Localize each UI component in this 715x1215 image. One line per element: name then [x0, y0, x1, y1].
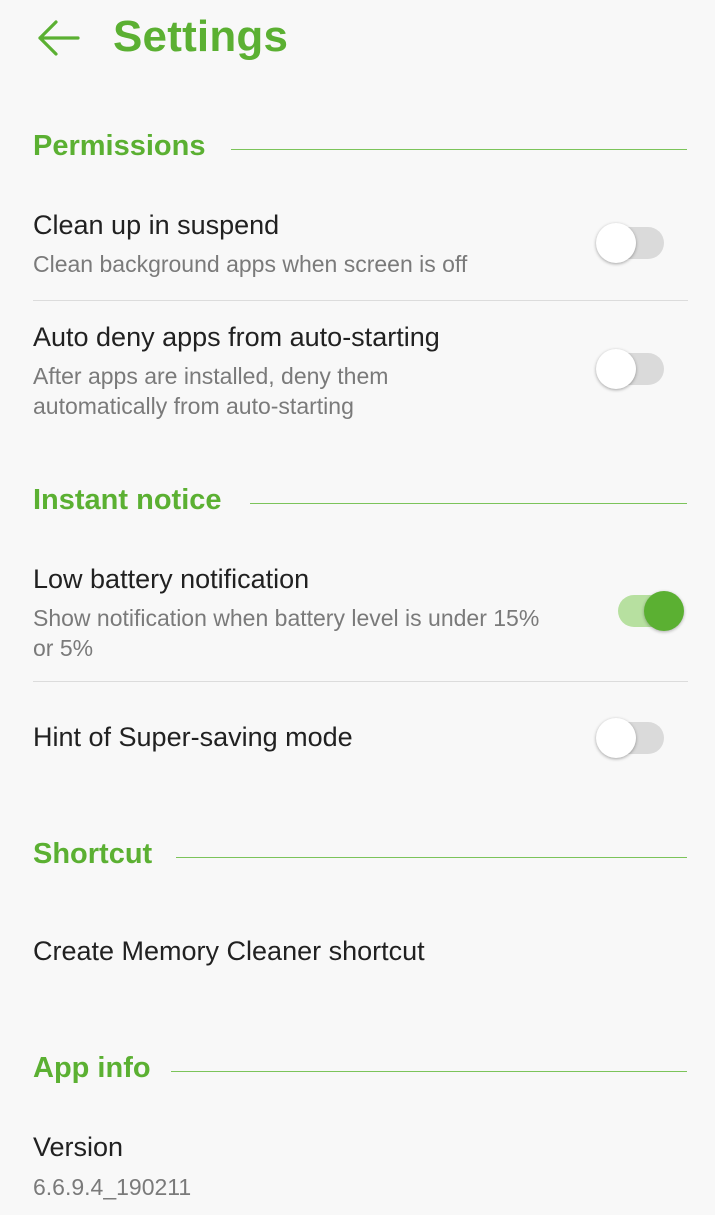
super-saving-toggle[interactable] [596, 718, 666, 758]
setting-title: Create Memory Cleaner shortcut [33, 936, 425, 966]
row-divider [33, 681, 688, 682]
section-title-shortcut: Shortcut [33, 838, 153, 870]
section-title-permissions: Permissions [33, 130, 206, 162]
arrow-left-icon [38, 20, 80, 56]
clean-up-toggle[interactable] [596, 223, 666, 263]
row-divider [33, 300, 688, 301]
section-divider-line [176, 857, 687, 858]
toggle-thumb [596, 718, 636, 758]
section-divider-line [171, 1071, 687, 1072]
auto-deny-toggle[interactable] [596, 349, 666, 389]
setting-subtitle: Clean background apps when screen is off [33, 251, 468, 277]
setting-row-clean-up-in-suspend[interactable]: Clean up in suspend Clean background app… [0, 200, 715, 300]
toggle-thumb [644, 591, 684, 631]
setting-title: Hint of Super-saving mode [33, 722, 353, 752]
section-header-instant-notice: Instant notice [0, 484, 715, 524]
setting-subtitle: After apps are installed, deny them auto… [33, 363, 389, 419]
section-header-permissions: Permissions [0, 130, 715, 170]
low-battery-toggle[interactable] [614, 591, 684, 631]
setting-row-super-saving-hint[interactable]: Hint of Super-saving mode [0, 690, 715, 790]
setting-title: Clean up in suspend [33, 210, 280, 240]
section-header-app-info: App info [0, 1052, 715, 1092]
section-divider-line [231, 149, 687, 150]
toggle-thumb [596, 349, 636, 389]
section-title-app-info: App info [33, 1052, 151, 1084]
section-divider-line [250, 503, 687, 504]
version-label: Version [33, 1132, 124, 1162]
create-shortcut-row[interactable]: Create Memory Cleaner shortcut [0, 910, 715, 1000]
setting-title: Auto deny apps from auto-starting [33, 322, 440, 352]
setting-row-low-battery[interactable]: Low battery notification Show notificati… [0, 550, 715, 680]
page-title: Settings [113, 12, 289, 61]
toggle-thumb [596, 223, 636, 263]
back-button[interactable] [34, 16, 82, 60]
version-value: 6.6.9.4_190211 [33, 1174, 192, 1200]
app-bar: Settings [0, 0, 715, 80]
section-title-instant-notice: Instant notice [33, 484, 222, 516]
setting-subtitle: Show notification when battery level is … [33, 605, 540, 661]
version-row: Version 6.6.9.4_190211 [0, 1120, 715, 1215]
section-header-shortcut: Shortcut [0, 838, 715, 878]
setting-row-auto-deny[interactable]: Auto deny apps from auto-starting After … [0, 310, 715, 440]
setting-title: Low battery notification [33, 564, 310, 594]
